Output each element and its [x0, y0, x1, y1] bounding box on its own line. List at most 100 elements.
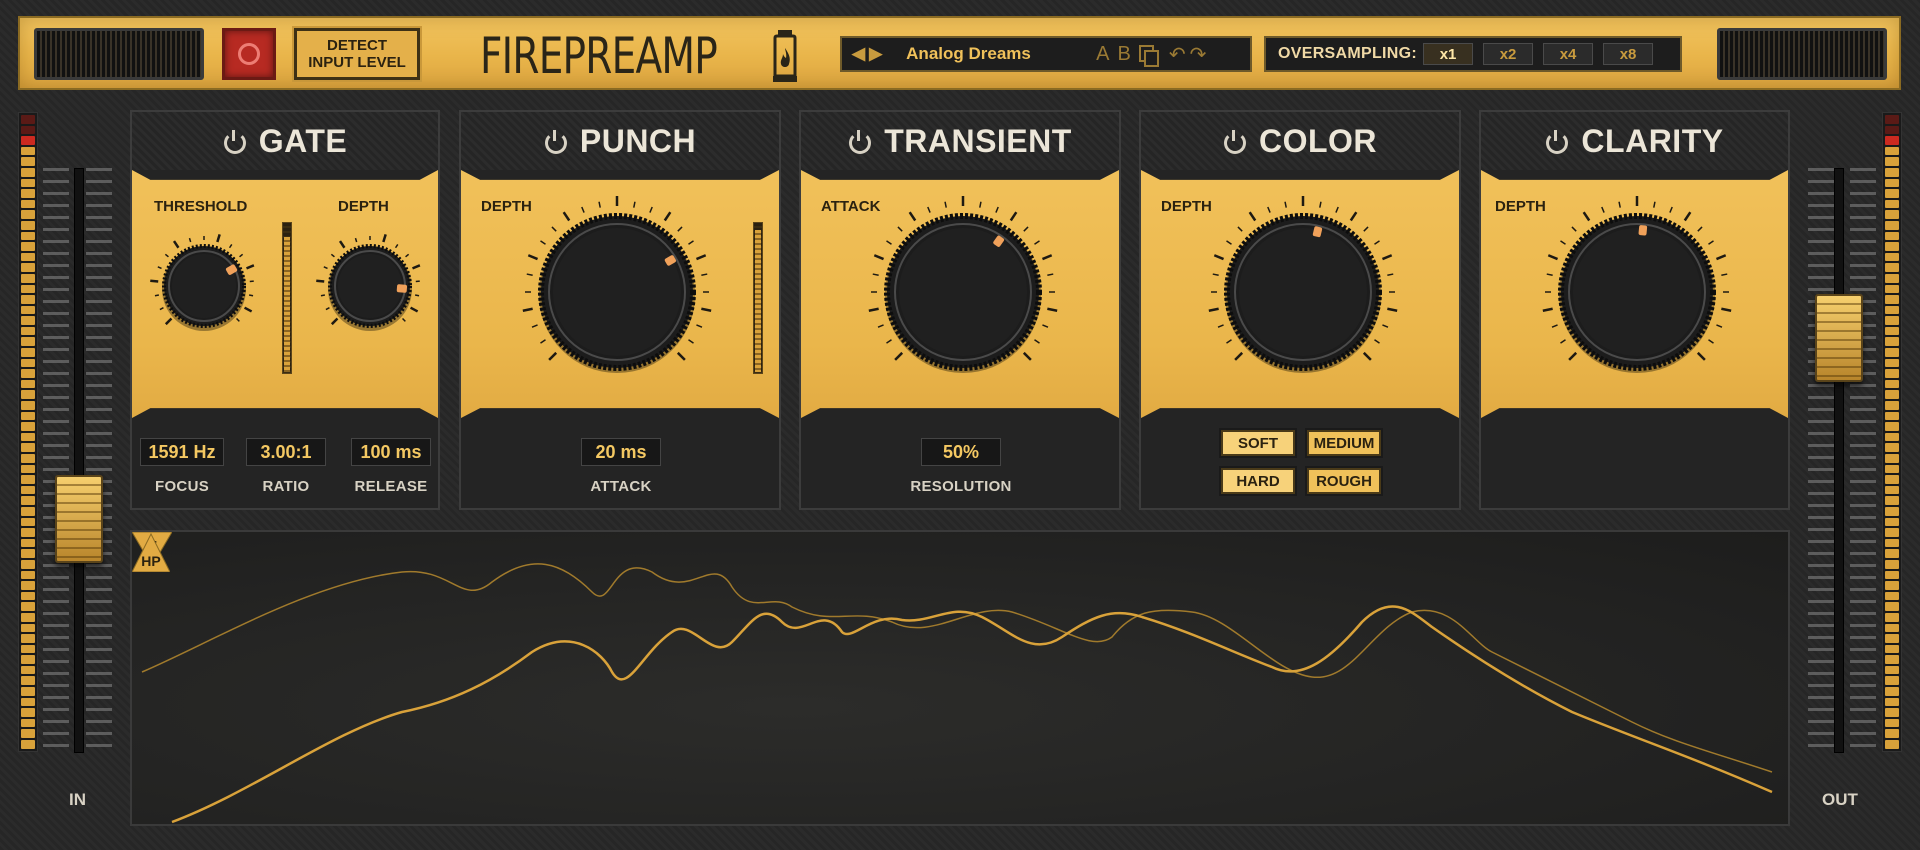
- output-scale-right: [1850, 168, 1876, 753]
- meter-segment: [1885, 167, 1899, 177]
- meter-segment: [1885, 644, 1899, 654]
- gate-power-icon[interactable]: [223, 130, 246, 154]
- meter-segment: [1885, 210, 1899, 219]
- meter-segment: [21, 432, 35, 442]
- preset-prev-button[interactable]: ◀: [852, 44, 865, 64]
- meter-segment: [1885, 284, 1899, 294]
- detect-label-line1: DETECT: [326, 37, 387, 54]
- meter-segment: [21, 326, 35, 336]
- meter-segment: [1885, 242, 1899, 251]
- release-display[interactable]: 100 ms: [351, 438, 431, 466]
- highpass-marker[interactable]: HP: [132, 532, 170, 572]
- color-module: COLOR DEPTH SOFT MEDIUM HARD ROUGH: [1139, 110, 1461, 510]
- copy-icon[interactable]: [1138, 45, 1159, 67]
- oversampling-label: OVERSAMPLING:: [1278, 45, 1418, 62]
- meter-segment: [21, 390, 35, 400]
- output-fader-track[interactable]: [1834, 168, 1844, 753]
- hp-marker-label: HP: [141, 553, 160, 569]
- transient-attack-knob[interactable]: [863, 192, 1063, 392]
- color-header: COLOR: [1141, 112, 1459, 170]
- meter-segment: [21, 559, 35, 569]
- punch-depth-knob[interactable]: [517, 192, 717, 392]
- oversampling-x8-button[interactable]: x8: [1603, 43, 1654, 65]
- vent-grille-left: [34, 28, 204, 80]
- color-power-icon[interactable]: [1223, 130, 1246, 154]
- ab-b-button[interactable]: B: [1118, 43, 1131, 66]
- resolution-label: RESOLUTION: [910, 478, 1012, 495]
- gate-depth-knob[interactable]: [310, 226, 430, 346]
- gate-title: GATE: [258, 122, 348, 159]
- threshold-label: THRESHOLD: [154, 198, 248, 215]
- meter-segment: [21, 284, 35, 294]
- color-mode-medium-button[interactable]: MEDIUM: [1307, 430, 1381, 456]
- meter-segment: [1885, 570, 1899, 580]
- oversampling-x2-button[interactable]: x2: [1483, 43, 1534, 65]
- meter-segment: [1885, 454, 1899, 463]
- meter-segment: [1885, 125, 1899, 135]
- meter-segment: [1885, 220, 1899, 230]
- top-bar: DETECT INPUT LEVEL FIREPREAMP ◀ ▶ Analog …: [18, 16, 1901, 90]
- color-mode-rough-button[interactable]: ROUGH: [1307, 468, 1381, 494]
- input-gain-fader[interactable]: [55, 475, 103, 563]
- meter-segment: [21, 210, 35, 219]
- meter-segment: [21, 697, 35, 707]
- oversampling-x1-button[interactable]: x1: [1423, 43, 1474, 65]
- meter-segment: [21, 570, 35, 580]
- clarity-depth-knob[interactable]: [1537, 192, 1737, 392]
- meter-segment: [1885, 379, 1899, 389]
- transient-power-icon[interactable]: [848, 130, 872, 154]
- meter-segment: [1885, 348, 1899, 357]
- meter-segment: [1885, 136, 1899, 145]
- meter-segment: [1885, 295, 1899, 304]
- meter-segment: [21, 305, 35, 315]
- meter-segment: [1885, 390, 1899, 400]
- detect-input-level-button[interactable]: DETECT INPUT LEVEL: [294, 28, 420, 80]
- meter-segment: [21, 634, 35, 643]
- color-depth-knob[interactable]: [1203, 192, 1403, 392]
- meter-segment: [1885, 146, 1899, 156]
- threshold-knob[interactable]: [144, 226, 264, 346]
- preset-name[interactable]: Analog Dreams: [906, 44, 1076, 64]
- meter-segment: [21, 157, 35, 166]
- meter-segment: [1885, 517, 1899, 527]
- resolution-display[interactable]: 50%: [921, 438, 1001, 466]
- ratio-display[interactable]: 3.00:1: [246, 438, 326, 466]
- meter-segment: [21, 612, 35, 622]
- power-lamp-icon: [238, 43, 260, 65]
- meter-segment: [21, 125, 35, 135]
- meter-segment: [1885, 506, 1899, 516]
- meter-segment: [21, 178, 35, 188]
- undo-icon[interactable]: ↶: [1169, 42, 1186, 67]
- meter-segment: [1885, 602, 1899, 611]
- meter-segment: [1885, 401, 1899, 410]
- spectrum-analyzer[interactable]: F HP: [130, 530, 1790, 826]
- bypass-power-button[interactable]: [222, 28, 276, 80]
- oversampling-x4-button[interactable]: x4: [1543, 43, 1594, 65]
- preset-next-button[interactable]: ▶: [869, 44, 882, 64]
- punch-attack-display[interactable]: 20 ms: [581, 438, 661, 466]
- meter-segment: [1885, 655, 1899, 664]
- clarity-power-icon[interactable]: [1545, 130, 1569, 154]
- color-mode-soft-button[interactable]: SOFT: [1221, 430, 1295, 456]
- meter-segment: [21, 454, 35, 463]
- focus-display[interactable]: 1591 Hz: [140, 438, 224, 466]
- meter-segment: [21, 602, 35, 611]
- meter-segment: [1885, 263, 1899, 272]
- redo-icon[interactable]: ↷: [1190, 42, 1207, 67]
- punch-power-icon[interactable]: [544, 130, 567, 154]
- meter-segment: [1885, 665, 1899, 675]
- meter-segment: [21, 644, 35, 654]
- meter-fill: [755, 229, 761, 372]
- spectrum-curve-main: [171, 605, 1773, 824]
- color-mode-hard-button[interactable]: HARD: [1221, 468, 1295, 494]
- meter-segment: [1885, 326, 1899, 336]
- ab-a-button[interactable]: A: [1096, 43, 1109, 66]
- meter-segment: [1885, 178, 1899, 188]
- output-gain-fader[interactable]: [1815, 293, 1863, 382]
- meter-segment: [21, 422, 35, 431]
- meter-segment: [1885, 485, 1899, 495]
- input-level-meter: [18, 112, 38, 752]
- meter-segment: [21, 167, 35, 177]
- meter-segment: [21, 401, 35, 410]
- input-fader-track[interactable]: [74, 168, 84, 753]
